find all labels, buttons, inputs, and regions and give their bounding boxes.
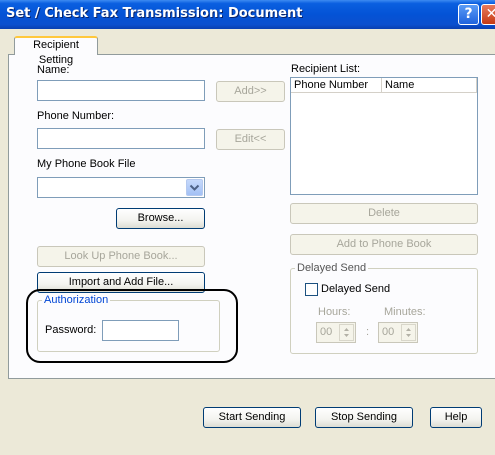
dialog-window: Set / Check Fax Transmission: Document ?… [0,0,495,455]
recipient-list-label: Recipient List: [291,63,361,75]
chevron-down-icon[interactable] [186,179,203,196]
help-button[interactable]: Help [430,407,482,428]
add-button[interactable]: Add>> [216,81,285,102]
help-icon[interactable]: ? [458,4,479,25]
tab-label: Recipient Setting [33,39,79,66]
title-bar: Set / Check Fax Transmission: Document ?… [0,0,495,29]
hours-spinner[interactable]: 00 [316,322,356,343]
delayed-send-legend: Delayed Send [295,262,369,274]
delayed-send-checkbox-label: Delayed Send [321,283,391,295]
add-to-phonebook-button[interactable]: Add to Phone Book [290,234,478,255]
name-input[interactable] [37,80,205,101]
stop-sending-button[interactable]: Stop Sending [315,407,413,428]
browse-button[interactable]: Browse... [116,208,205,229]
highlight-callout [26,289,238,363]
minutes-spinner[interactable]: 00 [378,322,418,343]
phonebook-file-label: My Phone Book File [37,158,136,170]
tab-recipient-setting[interactable]: Recipient Setting [14,36,98,66]
lookup-phonebook-button[interactable]: Look Up Phone Book... [37,246,205,267]
edit-button[interactable]: Edit<< [216,129,285,150]
time-separator: : [366,326,370,338]
column-header-name[interactable]: Name [382,78,477,93]
column-header-phone[interactable]: Phone Number [291,78,382,93]
close-icon[interactable]: ✕ [481,4,495,25]
recipient-list[interactable]: Phone Number Name [290,77,478,195]
window-title: Set / Check Fax Transmission: Document [6,6,303,21]
minutes-label: Minutes: [384,306,426,318]
hours-value: 00 [320,326,333,338]
delayed-send-checkbox[interactable] [305,283,318,296]
phone-number-input[interactable] [37,128,205,149]
spin-arrows-icon[interactable] [401,324,416,341]
minutes-value: 00 [382,326,395,338]
phonebook-file-select[interactable] [37,177,205,198]
phone-number-label: Phone Number: [37,110,115,122]
delete-button[interactable]: Delete [290,203,478,224]
start-sending-button[interactable]: Start Sending [203,407,301,428]
spin-arrows-icon[interactable] [339,324,354,341]
hours-label: Hours: [318,306,351,318]
